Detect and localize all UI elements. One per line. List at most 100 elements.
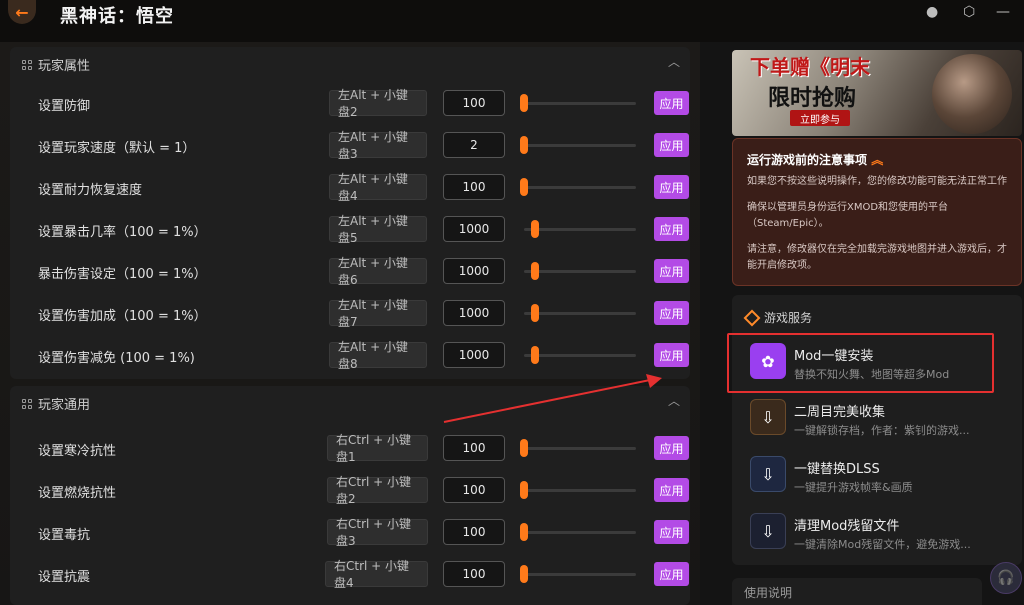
- slider-thumb[interactable]: [531, 346, 539, 364]
- service-title: 清理Mod残留文件: [794, 519, 900, 534]
- hotkey-button[interactable]: 右Ctrl + 小键盘4: [325, 559, 428, 590]
- apply-button[interactable]: 应用: [654, 91, 689, 115]
- panel-header: 玩家属性: [22, 55, 90, 74]
- service-item-dlss[interactable]: ⇩ 一键替换DLSS 一键提升游戏帧率&画质: [750, 452, 1010, 496]
- cheat-label: 设置耐力恢复速度: [38, 183, 143, 198]
- service-item-second-playthrough[interactable]: ⇩ 二周目完美收集 一键解锁存档，作者：紫钊的游戏...: [750, 395, 1010, 439]
- hotkey-button[interactable]: 左Alt + 小键盘8: [329, 340, 427, 371]
- promo-banner[interactable]: 下单赠《明末 限时抢购 立即参与: [732, 50, 1022, 136]
- hotkey-button[interactable]: 右Ctrl + 小键盘2: [327, 475, 428, 506]
- slider-thumb[interactable]: [520, 136, 528, 154]
- slider-thumb[interactable]: [520, 481, 528, 499]
- promo-headline: 下单赠《明末: [750, 55, 870, 79]
- app-title: 黑神话：悟空: [60, 6, 174, 27]
- value-input[interactable]: 2: [443, 132, 505, 158]
- value-input[interactable]: 100: [443, 174, 505, 200]
- apply-button[interactable]: 应用: [654, 217, 689, 241]
- hotkey-button[interactable]: 左Alt + 小键盘4: [329, 172, 427, 203]
- slider-thumb[interactable]: [520, 523, 528, 541]
- cheat-row: 设置毒抗 右Ctrl + 小键盘3 100 应用: [10, 512, 690, 554]
- cheat-label: 设置燃烧抗性: [38, 486, 117, 501]
- value-slider[interactable]: [524, 228, 636, 231]
- notice-title[interactable]: 运行游戏前的注意事项 ︽: [747, 151, 1007, 168]
- cheat-row: 设置伤害加成（100 = 1%） 左Alt + 小键盘7 1000 应用: [10, 293, 690, 335]
- promo-join-button[interactable]: 立即参与: [790, 110, 850, 126]
- promo-subheadline: 限时抢购: [768, 86, 857, 111]
- hotkey-button[interactable]: 左Alt + 小键盘5: [329, 214, 427, 245]
- slider-thumb[interactable]: [520, 94, 528, 112]
- value-input[interactable]: 1000: [443, 300, 505, 326]
- user-icon[interactable]: ●: [926, 4, 938, 20]
- value-slider[interactable]: [520, 489, 636, 492]
- notice-title-text: 运行游戏前的注意事项: [747, 153, 868, 167]
- value-input[interactable]: 100: [443, 561, 505, 587]
- apply-button[interactable]: 应用: [654, 520, 689, 544]
- apply-button[interactable]: 应用: [654, 478, 689, 502]
- minimize-icon[interactable]: —: [996, 4, 1010, 20]
- value-slider[interactable]: [520, 447, 636, 450]
- value-slider[interactable]: [520, 102, 636, 105]
- cheat-row: 设置抗震 右Ctrl + 小键盘4 100 应用: [10, 554, 690, 596]
- apply-button[interactable]: 应用: [654, 133, 689, 157]
- value-slider[interactable]: [524, 270, 636, 273]
- slider-thumb[interactable]: [531, 220, 539, 238]
- value-input[interactable]: 100: [443, 90, 505, 116]
- panel-header: 玩家通用: [22, 394, 90, 413]
- cheat-label: 设置毒抗: [38, 528, 91, 543]
- value-input[interactable]: 1000: [443, 258, 505, 284]
- service-title: 一键替换DLSS: [794, 462, 880, 477]
- services-title-text: 游戏服务: [764, 311, 813, 325]
- value-slider[interactable]: [520, 144, 636, 147]
- apply-button[interactable]: 应用: [654, 301, 689, 325]
- hotkey-button[interactable]: 右Ctrl + 小键盘1: [327, 433, 428, 464]
- slider-thumb[interactable]: [531, 262, 539, 280]
- chevron-up-icon[interactable]: ︿: [668, 53, 680, 70]
- notice-card: 运行游戏前的注意事项 ︽ 如果您不按这些说明操作，您的修改功能可能无法正常工作 …: [732, 138, 1022, 286]
- settings-icon[interactable]: ⬡: [963, 4, 975, 20]
- apply-button[interactable]: 应用: [654, 175, 689, 199]
- value-slider[interactable]: [520, 186, 636, 189]
- cheat-label: 设置玩家速度（默认 = 1）: [38, 141, 196, 156]
- back-button[interactable]: ←: [8, 0, 36, 24]
- apply-button[interactable]: 应用: [654, 259, 689, 283]
- cheat-row: 设置玩家速度（默认 = 1） 左Alt + 小键盘3 2 应用: [10, 125, 690, 167]
- hotkey-button[interactable]: 左Alt + 小键盘2: [329, 88, 427, 119]
- value-slider[interactable]: [520, 531, 636, 534]
- chevron-up-icon[interactable]: ︽: [871, 153, 883, 167]
- slider-thumb[interactable]: [520, 565, 528, 583]
- usage-guide-title: 使用说明: [744, 586, 793, 600]
- slider-thumb[interactable]: [520, 439, 528, 457]
- hotkey-button[interactable]: 左Alt + 小键盘3: [329, 130, 427, 161]
- value-slider[interactable]: [520, 573, 636, 576]
- service-subtitle: 一键提升游戏帧率&画质: [794, 481, 913, 494]
- panel-player-attributes: 玩家属性 ︿ 设置防御 左Alt + 小键盘2 100 应用 设置玩家速度（默认…: [10, 47, 690, 379]
- apply-button[interactable]: 应用: [654, 436, 689, 460]
- value-input[interactable]: 1000: [443, 216, 505, 242]
- headset-icon[interactable]: 🎧: [990, 562, 1022, 594]
- value-slider[interactable]: [524, 312, 636, 315]
- value-slider[interactable]: [524, 354, 636, 357]
- usage-guide-card[interactable]: 使用说明: [732, 578, 982, 605]
- service-subtitle: 一键解锁存档，作者：紫钊的游戏...: [794, 424, 970, 437]
- slider-thumb[interactable]: [520, 178, 528, 196]
- apply-button[interactable]: 应用: [654, 343, 689, 367]
- download-icon: ⇩: [750, 456, 786, 492]
- cheat-label: 设置伤害加成（100 = 1%）: [38, 309, 207, 324]
- download-icon: ⇩: [750, 399, 786, 435]
- arrow-left-icon: ←: [15, 2, 29, 22]
- hotkey-button[interactable]: 右Ctrl + 小键盘3: [327, 517, 428, 548]
- cheat-label: 设置暴击几率（100 = 1%）: [38, 225, 207, 240]
- cheat-label: 设置抗震: [38, 570, 91, 585]
- promo-character-image: [932, 54, 1012, 134]
- apply-button[interactable]: 应用: [654, 562, 689, 586]
- value-input[interactable]: 100: [443, 477, 505, 503]
- value-input[interactable]: 1000: [443, 342, 505, 368]
- hotkey-button[interactable]: 左Alt + 小键盘6: [329, 256, 427, 287]
- title-bar: ← 黑神话：悟空 ● ⬡ —: [0, 0, 1024, 42]
- value-input[interactable]: 100: [443, 519, 505, 545]
- hotkey-button[interactable]: 左Alt + 小键盘7: [329, 298, 427, 329]
- value-input[interactable]: 100: [443, 435, 505, 461]
- service-item-clean-mod[interactable]: ⇩ 清理Mod残留文件 一键清除Mod残留文件，避免游戏...: [750, 509, 1010, 553]
- panel-title: 玩家属性: [38, 59, 91, 74]
- slider-thumb[interactable]: [531, 304, 539, 322]
